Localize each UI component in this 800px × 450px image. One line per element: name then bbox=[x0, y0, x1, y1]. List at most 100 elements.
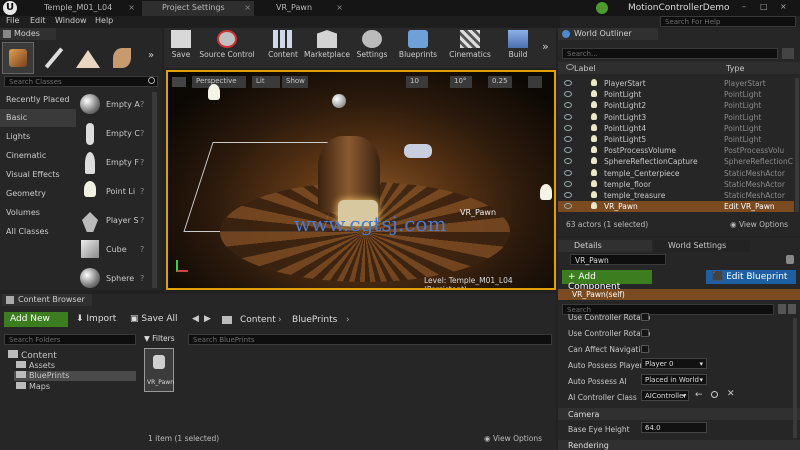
visibility-eye-icon[interactable] bbox=[564, 136, 572, 142]
save-all-button[interactable]: ▣ Save All bbox=[130, 314, 178, 324]
mode-landscape-button[interactable] bbox=[72, 42, 104, 74]
folder-blueprints[interactable]: BluePrints bbox=[14, 371, 136, 381]
more-modes-icon[interactable]: » bbox=[148, 50, 154, 61]
outliner-row[interactable]: PointLight2 PointLight bbox=[558, 100, 794, 111]
visibility-eye-icon[interactable] bbox=[564, 203, 572, 210]
outliner-row[interactable]: PlayerStart PlayerStart bbox=[558, 78, 794, 89]
outliner-row[interactable]: temple_treasure StaticMeshActor bbox=[558, 190, 794, 201]
menu-window[interactable]: Window bbox=[55, 16, 87, 25]
tab-level[interactable]: Temple_M01_L04 × bbox=[24, 1, 138, 16]
cinematics-button[interactable]: Cinematics bbox=[446, 30, 494, 66]
category-cinematic[interactable]: Cinematic bbox=[0, 147, 76, 165]
point-light-icon[interactable] bbox=[540, 184, 552, 200]
visibility-eye-icon[interactable] bbox=[564, 113, 572, 120]
tab-world-settings[interactable]: World Settings bbox=[654, 240, 750, 252]
breadcrumb-content[interactable]: Content bbox=[240, 315, 276, 325]
browse-search-icon[interactable] bbox=[711, 391, 718, 398]
outliner-row[interactable]: temple_floor StaticMeshActor bbox=[558, 179, 794, 190]
outliner-row[interactable]: temple_Centerpiece StaticMeshActor bbox=[558, 168, 794, 179]
use-controller-rotation-pitch-checkbox[interactable] bbox=[641, 313, 649, 321]
menu-help[interactable]: Help bbox=[95, 16, 113, 25]
rendering-section-header[interactable]: Rendering bbox=[558, 440, 800, 450]
close-icon[interactable]: × bbox=[336, 3, 343, 12]
outliner-row[interactable]: VR_Pawn Edit VR_Pawn bbox=[558, 201, 794, 213]
category-visual-effects[interactable]: Visual Effects bbox=[0, 166, 76, 184]
perspective-button[interactable]: Perspective bbox=[192, 76, 246, 88]
scale-snap-button[interactable]: 0.25 bbox=[488, 76, 512, 88]
outliner-scrollbar[interactable] bbox=[795, 78, 799, 212]
search-folders-input[interactable]: Search Folders bbox=[4, 334, 136, 345]
asset-empty-actor[interactable]: Empty A? bbox=[78, 92, 148, 120]
modes-scrollbar[interactable] bbox=[152, 92, 157, 288]
label-column-header[interactable]: Label bbox=[574, 64, 596, 73]
use-selected-arrow-icon[interactable]: ← bbox=[695, 390, 703, 400]
outliner-row[interactable]: PointLight3 PointLight bbox=[558, 112, 794, 123]
visibility-eye-icon[interactable] bbox=[564, 192, 572, 198]
mode-paint-button[interactable] bbox=[38, 42, 70, 74]
asset-point-light[interactable]: Point Li? bbox=[78, 179, 148, 207]
outliner-view-options[interactable]: ◉ View Options bbox=[730, 220, 788, 229]
source-control-button[interactable]: Source Control bbox=[198, 30, 256, 66]
search-blueprints-input[interactable]: Search BluePrints bbox=[188, 334, 552, 345]
content-view-options[interactable]: ◉ View Options bbox=[484, 434, 542, 443]
outliner-row[interactable]: PostProcessVolume PostProcessVolu bbox=[558, 145, 794, 156]
more-toolbar-icon[interactable]: » bbox=[542, 40, 549, 53]
viewport-options-icon[interactable] bbox=[172, 77, 186, 87]
visibility-eye-icon[interactable] bbox=[564, 180, 572, 187]
category-all-classes[interactable]: All Classes bbox=[0, 223, 76, 241]
search-help-input[interactable]: Search For Help bbox=[660, 16, 796, 27]
asset-empty-character[interactable]: Empty C? bbox=[78, 121, 148, 149]
asset-empty-pawn[interactable]: Empty F? bbox=[78, 150, 148, 178]
folder-maps[interactable]: Maps bbox=[16, 382, 50, 391]
clear-x-icon[interactable]: ✕ bbox=[727, 389, 735, 399]
base-eye-height-field[interactable]: 64.0 bbox=[641, 422, 707, 433]
outliner-row[interactable]: PointLight5 PointLight bbox=[558, 134, 794, 145]
asset-cube[interactable]: Cube? bbox=[78, 237, 148, 265]
folder-assets[interactable]: Assets bbox=[16, 361, 55, 370]
visibility-eye-icon[interactable] bbox=[564, 124, 572, 131]
close-icon[interactable]: × bbox=[128, 3, 135, 12]
add-new-button[interactable]: Add New bbox=[4, 312, 68, 327]
asset-tile-vr-pawn[interactable]: VR_Pawn bbox=[144, 348, 174, 392]
close-window-icon[interactable]: × bbox=[780, 2, 794, 11]
tab-vr-pawn[interactable]: VR_Pawn × bbox=[256, 1, 346, 16]
level-viewport[interactable]: Perspective Lit Show 10 10° 0.25 VR_Pawn… bbox=[166, 70, 556, 290]
visibility-eye-icon[interactable] bbox=[564, 169, 572, 176]
reflection-capture-icon[interactable] bbox=[332, 94, 346, 108]
angle-snap-button[interactable]: 10° bbox=[450, 76, 472, 88]
lit-button[interactable]: Lit bbox=[252, 76, 280, 88]
settings-button[interactable]: Settings bbox=[352, 30, 392, 66]
visibility-eye-icon[interactable] bbox=[564, 147, 572, 154]
marketplace-button[interactable]: Marketplace bbox=[304, 30, 350, 66]
mode-foliage-button[interactable] bbox=[106, 42, 138, 74]
grid-snap-button[interactable]: 10 bbox=[406, 76, 428, 88]
can-affect-navigation-checkbox[interactable] bbox=[641, 345, 649, 353]
category-geometry[interactable]: Geometry bbox=[0, 185, 76, 203]
asset-player-start[interactable]: Player S? bbox=[78, 208, 148, 236]
menu-file[interactable]: File bbox=[6, 16, 19, 25]
auto-possess-player-dropdown[interactable]: Player 0 ▾ bbox=[641, 358, 707, 369]
content-button[interactable]: Content bbox=[264, 30, 302, 66]
ai-controller-class-dropdown[interactable]: AIController ▾ bbox=[641, 390, 689, 401]
edit-blueprint-button[interactable]: ⬛ Edit Blueprint bbox=[706, 270, 796, 284]
outliner-search-input[interactable]: Search... bbox=[562, 48, 778, 59]
blueprints-button[interactable]: Blueprints bbox=[398, 30, 438, 66]
minimize-icon[interactable]: – bbox=[742, 2, 756, 11]
outliner-row[interactable]: SphereReflectionCapture SphereReflectionC bbox=[558, 156, 794, 167]
category-volumes[interactable]: Volumes bbox=[0, 204, 76, 222]
property-matrix-icon[interactable] bbox=[778, 304, 786, 314]
actor-name-input[interactable]: VR_Pawn bbox=[570, 254, 666, 265]
close-icon[interactable]: × bbox=[244, 3, 251, 12]
mode-place-button[interactable] bbox=[2, 42, 34, 74]
outliner-options-icon[interactable] bbox=[782, 48, 794, 59]
component-self-row[interactable]: VR_Pawn(self) bbox=[558, 289, 800, 300]
visibility-eye-icon[interactable] bbox=[564, 158, 572, 165]
visibility-eye-icon[interactable] bbox=[564, 102, 572, 109]
visibility-eye-icon[interactable] bbox=[564, 80, 572, 86]
auto-possess-ai-dropdown[interactable]: Placed in World ▾ bbox=[641, 374, 707, 385]
save-button[interactable]: Save bbox=[168, 30, 194, 66]
forward-arrow-icon[interactable]: ▶ bbox=[204, 314, 211, 324]
point-light-icon[interactable] bbox=[208, 84, 220, 100]
back-arrow-icon[interactable]: ◀ bbox=[192, 314, 199, 324]
folder-content[interactable]: Content bbox=[8, 350, 57, 361]
